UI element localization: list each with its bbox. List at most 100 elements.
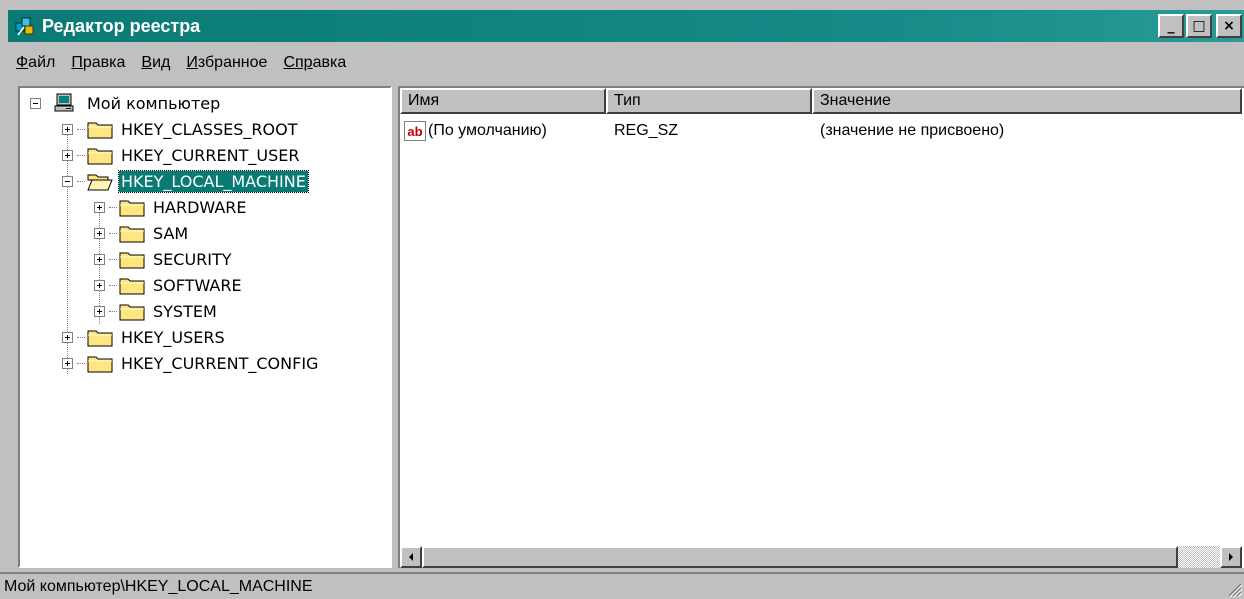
folder-icon — [87, 353, 113, 373]
value-name-cell: ab (По умолчанию) — [400, 121, 606, 141]
expand-icon[interactable] — [94, 253, 105, 265]
value-type: REG_SZ — [614, 122, 679, 139]
menu-bar: Файл Правка Вид Избранное Справка — [8, 46, 354, 80]
arrow-right-icon — [1229, 553, 1233, 561]
resize-grip-icon[interactable] — [1226, 581, 1242, 597]
status-path: Мой компьютер\HKEY_LOCAL_MACHINE — [4, 577, 313, 595]
menu-help[interactable]: Справка — [275, 54, 354, 72]
expand-icon[interactable] — [94, 305, 105, 317]
folder-icon — [119, 301, 145, 321]
tree-item-security[interactable]: SECURITY — [94, 246, 234, 272]
key-tree[interactable]: Мой компьютер HKEY_CLASSES_ROOT HKEY_CUR… — [18, 86, 392, 568]
arrow-left-icon — [409, 553, 413, 561]
folder-icon — [87, 327, 113, 347]
tree-item-sam[interactable]: SAM — [94, 220, 190, 246]
column-header-type[interactable]: Тип — [606, 88, 812, 114]
menu-edit-label: равка — [82, 54, 126, 71]
collapse-icon[interactable] — [30, 97, 41, 109]
value-list[interactable]: Имя Тип Значение ab (По умолчанию) REG_S… — [398, 86, 1244, 568]
tree-connector — [77, 154, 85, 156]
column-header-label: Тип — [614, 92, 641, 109]
regedit-app-icon[interactable] — [14, 15, 36, 37]
title-bar[interactable]: Редактор реестра _ □ × — [8, 10, 1244, 42]
expand-icon[interactable] — [62, 123, 73, 135]
close-icon: × — [1223, 18, 1235, 34]
tree-label: SAM — [153, 223, 189, 243]
tree-item-hardware[interactable]: HARDWARE — [94, 194, 249, 220]
menu-help-label: авка — [312, 54, 347, 71]
value-data-cell: (значение не присвоено) — [812, 122, 1242, 140]
column-header-label: Значение — [820, 92, 891, 109]
title-buttons: _ □ × — [1158, 14, 1242, 38]
regedit-window: Редактор реестра _ □ × Файл Правка Вид И… — [0, 0, 1244, 599]
expand-icon[interactable] — [94, 279, 105, 291]
tree-connector — [77, 128, 85, 130]
tree-label: HKEY_CLASSES_ROOT — [121, 119, 298, 139]
tree-item-hkey-classes-root[interactable]: HKEY_CLASSES_ROOT — [62, 116, 299, 142]
menu-edit[interactable]: Правка — [63, 54, 133, 72]
tree-item-hkey-local-machine[interactable]: HKEY_LOCAL_MACHINE — [62, 168, 309, 194]
tree-label: HARDWARE — [153, 197, 247, 217]
tree-label: SOFTWARE — [153, 275, 242, 295]
horizontal-scrollbar[interactable] — [400, 546, 1242, 568]
folder-icon — [119, 197, 145, 217]
tree-label: HKEY_CURRENT_CONFIG — [121, 353, 319, 373]
tree-item-system[interactable]: SYSTEM — [94, 298, 219, 324]
tree-connector — [109, 310, 117, 312]
ab-string-icon: ab — [404, 121, 426, 141]
minimize-button[interactable]: _ — [1158, 14, 1184, 38]
tree-item-hkey-current-config[interactable]: HKEY_CURRENT_CONFIG — [62, 350, 320, 376]
ab-icon-text: ab — [407, 123, 423, 139]
scroll-right-button[interactable] — [1220, 546, 1242, 568]
menu-help-accel: Спр — [283, 54, 313, 71]
value-row[interactable]: ab (По умолчанию) REG_SZ (значение не пр… — [400, 118, 1242, 144]
tree-label: SECURITY — [153, 249, 232, 269]
menu-view[interactable]: Вид — [133, 54, 178, 72]
collapse-icon[interactable] — [62, 175, 73, 187]
list-header: Имя Тип Значение — [400, 88, 1242, 114]
menu-view-accel: В — [141, 54, 153, 71]
scroll-left-button[interactable] — [400, 546, 422, 568]
close-button[interactable]: × — [1216, 14, 1242, 38]
tree-label: HKEY_USERS — [121, 327, 225, 347]
tree-connector — [77, 362, 85, 364]
expand-icon[interactable] — [62, 149, 73, 161]
expand-icon[interactable] — [62, 331, 73, 343]
column-header-name[interactable]: Имя — [400, 88, 606, 114]
tree-item-my-computer[interactable]: Мой компьютер — [30, 90, 222, 116]
tree-item-hkey-current-user[interactable]: HKEY_CURRENT_USER — [62, 142, 301, 168]
tree-connector — [77, 336, 85, 338]
menu-favorites-label: збранное — [197, 54, 268, 71]
menu-favorites[interactable]: Избранное — [178, 54, 275, 72]
tree-connector — [109, 232, 117, 234]
expand-icon[interactable] — [94, 201, 105, 213]
folder-icon — [119, 223, 145, 243]
menu-favorites-accel: И — [186, 54, 198, 71]
folder-icon — [119, 275, 145, 295]
menu-file-label: айл — [28, 54, 56, 71]
tree-connector — [109, 206, 117, 208]
menu-file-accel: Ф — [16, 54, 29, 71]
expand-icon[interactable] — [94, 227, 105, 239]
open-folder-icon — [87, 171, 113, 191]
value-name: (По умолчанию) — [428, 122, 547, 139]
scroll-track[interactable] — [1178, 546, 1220, 568]
tree-label: SYSTEM — [153, 301, 217, 321]
status-bar: Мой компьютер\HKEY_LOCAL_MACHINE — [0, 572, 1244, 599]
column-header-label: Имя — [408, 92, 440, 109]
tree-item-hkey-users[interactable]: HKEY_USERS — [62, 324, 227, 350]
tree-label: Мой компьютер — [87, 93, 221, 113]
expand-icon[interactable] — [62, 357, 73, 369]
folder-icon — [87, 119, 113, 139]
tree-connector — [77, 180, 85, 182]
folder-icon — [119, 249, 145, 269]
menu-edit-accel: П — [71, 54, 83, 71]
tree-item-software[interactable]: SOFTWARE — [94, 272, 244, 298]
maximize-button[interactable]: □ — [1186, 14, 1212, 38]
scroll-thumb[interactable] — [422, 546, 1178, 568]
column-header-value[interactable]: Значение — [812, 88, 1242, 114]
folder-icon — [87, 145, 113, 165]
menu-file[interactable]: Файл — [8, 54, 63, 72]
maximize-icon: □ — [1192, 18, 1206, 34]
value-type-cell: REG_SZ — [606, 122, 812, 140]
